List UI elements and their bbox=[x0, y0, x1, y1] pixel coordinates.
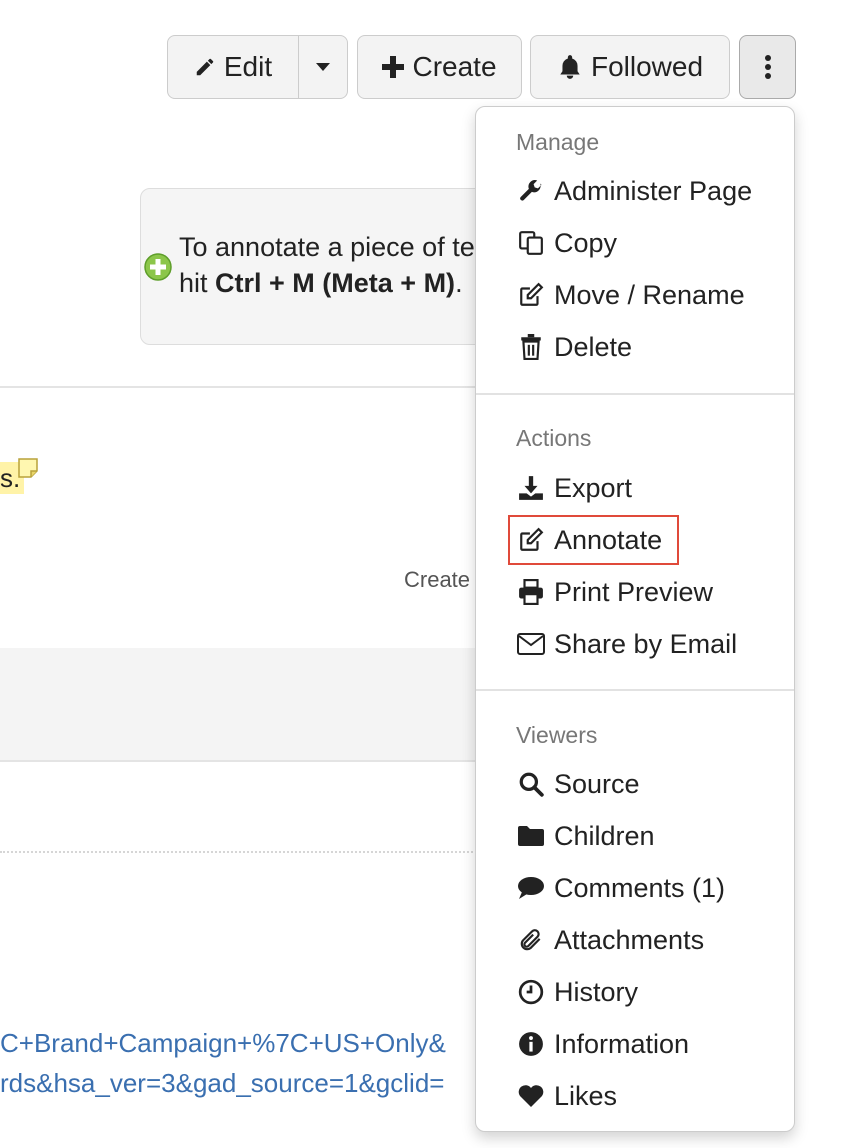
pencil-icon bbox=[194, 56, 216, 78]
hint-line-2-suffix: . bbox=[455, 268, 463, 298]
info-icon bbox=[516, 1031, 546, 1057]
hint-line-2-prefix: hit bbox=[179, 268, 216, 298]
create-button[interactable]: Create bbox=[357, 35, 522, 99]
menu-item-label: Share by Email bbox=[554, 628, 738, 659]
menu-item-print-preview[interactable]: Print Preview bbox=[516, 572, 713, 612]
more-actions-menu: Manage Administer Page Copy Move / Renam… bbox=[475, 106, 795, 1132]
menu-item-label: Export bbox=[554, 472, 633, 503]
create-button-label: Create bbox=[412, 51, 497, 82]
more-actions-button[interactable] bbox=[739, 35, 796, 99]
menu-item-administer-page[interactable]: Administer Page bbox=[516, 171, 752, 211]
section-header-manage: Manage bbox=[516, 129, 600, 155]
download-icon bbox=[516, 475, 546, 501]
copy-icon bbox=[516, 230, 546, 256]
plus-icon bbox=[382, 56, 405, 78]
menu-item-share-by-email[interactable]: Share by Email bbox=[516, 624, 737, 664]
menu-item-label: Administer Page bbox=[554, 175, 753, 206]
edit-button[interactable]: Edit bbox=[168, 36, 298, 98]
url-link-line-1[interactable]: C+Brand+Campaign+%7C+US+Only& bbox=[0, 1028, 446, 1059]
menu-item-export[interactable]: Export bbox=[516, 468, 632, 508]
menu-item-delete[interactable]: Delete bbox=[516, 327, 632, 367]
menu-item-information[interactable]: Information bbox=[516, 1024, 689, 1064]
keyboard-shortcut: Ctrl + M (Meta + M) bbox=[215, 268, 456, 298]
hint-line-1: To annotate a piece of te bbox=[179, 232, 475, 262]
edit-button-label: Edit bbox=[223, 51, 273, 82]
menu-item-label: Copy bbox=[554, 227, 618, 258]
hint-line-2: hit Ctrl + M (Meta + M). bbox=[179, 265, 475, 301]
menu-item-history[interactable]: History bbox=[516, 972, 638, 1012]
followed-button-label: Followed bbox=[590, 51, 704, 82]
menu-item-comments[interactable]: Comments (1) bbox=[516, 868, 725, 908]
wrench-icon bbox=[516, 178, 546, 204]
menu-separator bbox=[476, 393, 794, 395]
edit-icon bbox=[516, 282, 546, 308]
menu-item-label: History bbox=[554, 976, 639, 1007]
comment-icon bbox=[516, 876, 546, 900]
section-header-viewers: Viewers bbox=[516, 722, 598, 748]
kebab-menu-icon bbox=[764, 55, 772, 79]
menu-item-source[interactable]: Source bbox=[516, 764, 640, 804]
dotted-divider bbox=[0, 851, 480, 853]
content-divider bbox=[0, 386, 480, 388]
annotate-highlight-outline bbox=[508, 515, 679, 565]
print-icon bbox=[516, 579, 546, 605]
clock-icon bbox=[516, 979, 546, 1005]
menu-item-label: Move / Rename bbox=[554, 279, 745, 310]
menu-item-label: Attachments bbox=[554, 924, 705, 955]
menu-separator bbox=[476, 689, 794, 691]
paperclip-icon bbox=[516, 927, 546, 953]
url-link-line-2[interactable]: rds&hsa_ver=3&gad_source=1&gclid= bbox=[0, 1068, 444, 1099]
followed-button[interactable]: Followed bbox=[530, 35, 730, 99]
sticky-note-icon[interactable] bbox=[18, 458, 38, 483]
heart-icon bbox=[516, 1084, 546, 1108]
menu-item-label: Delete bbox=[554, 331, 633, 362]
menu-item-label: Information bbox=[554, 1028, 690, 1059]
menu-item-label: Print Preview bbox=[554, 576, 714, 607]
envelope-icon bbox=[516, 633, 546, 655]
menu-item-label: Children bbox=[554, 820, 655, 851]
folder-icon bbox=[516, 825, 546, 847]
menu-item-likes[interactable]: Likes bbox=[516, 1076, 617, 1116]
menu-item-attachments[interactable]: Attachments bbox=[516, 920, 704, 960]
menu-item-label: Likes bbox=[554, 1080, 618, 1111]
hint-text: To annotate a piece of te hit Ctrl + M (… bbox=[179, 229, 475, 301]
menu-item-label: Source bbox=[554, 768, 640, 799]
menu-item-children[interactable]: Children bbox=[516, 816, 655, 856]
menu-item-move-rename[interactable]: Move / Rename bbox=[516, 275, 745, 315]
trash-icon bbox=[516, 334, 546, 360]
section-divider bbox=[0, 760, 480, 762]
menu-item-label: Comments (1) bbox=[554, 872, 726, 903]
section-header-actions: Actions bbox=[516, 425, 592, 451]
menu-item-copy[interactable]: Copy bbox=[516, 223, 617, 263]
edit-button-group: Edit bbox=[167, 35, 348, 99]
bell-icon bbox=[557, 53, 583, 81]
metadata-band bbox=[0, 648, 480, 760]
search-icon bbox=[516, 771, 546, 797]
caret-down-icon bbox=[315, 62, 331, 72]
edit-dropdown-toggle[interactable] bbox=[299, 36, 347, 98]
add-circle-icon bbox=[144, 253, 172, 286]
created-label: Create bbox=[404, 567, 471, 592]
